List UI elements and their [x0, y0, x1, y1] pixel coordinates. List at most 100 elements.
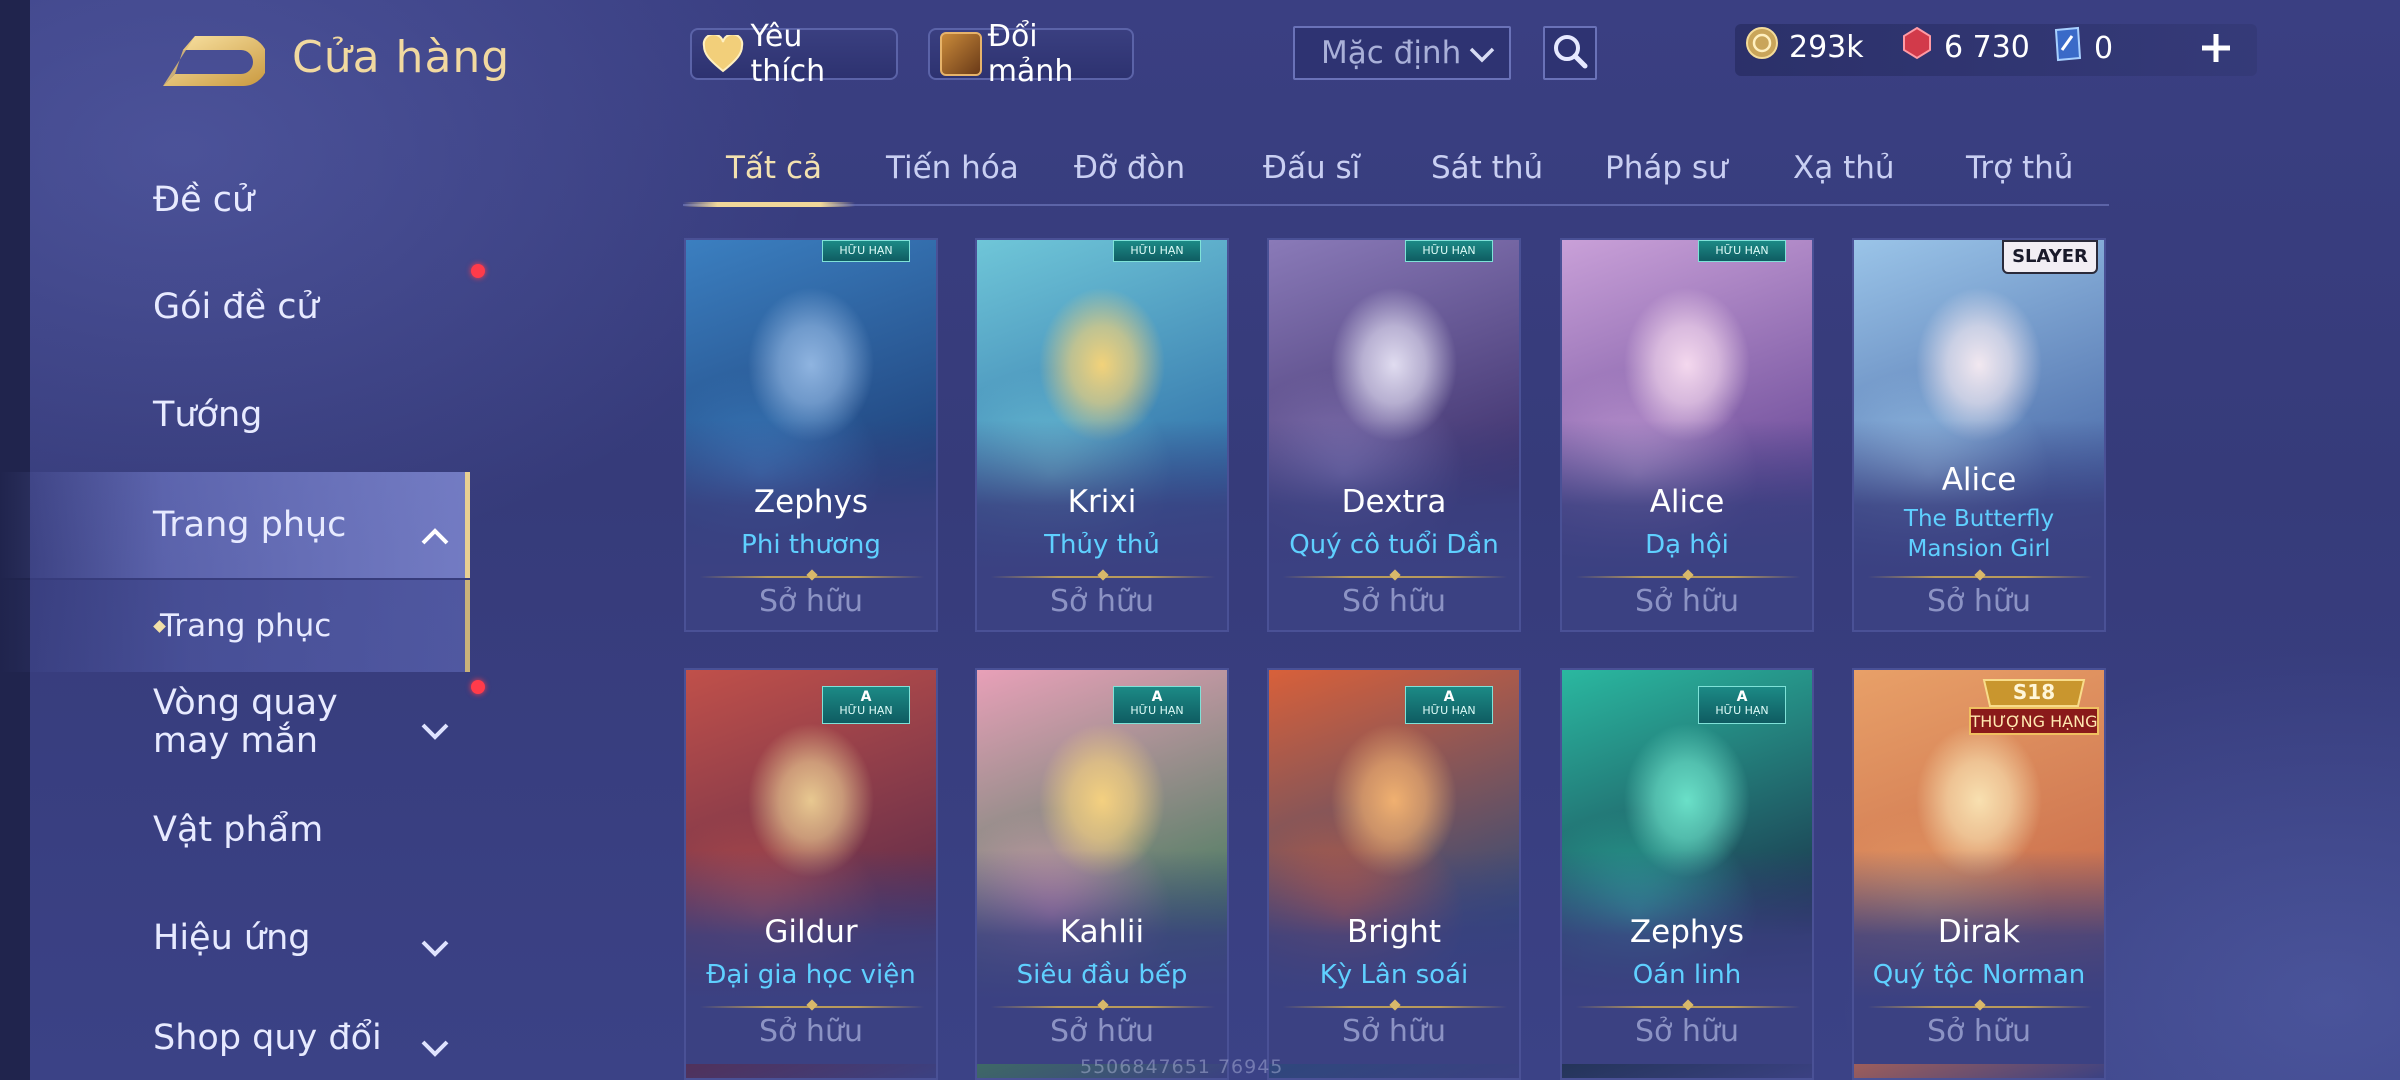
hero-name: Bright — [1346, 914, 1442, 950]
ownership-status: Sở hữu — [1927, 1014, 2031, 1049]
tab-evolution[interactable]: Tiến hóa — [886, 150, 1019, 186]
card-divider — [991, 1006, 1215, 1008]
watermark-id: 5506847651 76945 — [1080, 1056, 1284, 1078]
skin-card[interactable]: A HỮU HẠN Kahlii Siêu đầu bếp Sở hữu — [975, 668, 1229, 1080]
gold-coin-icon — [1745, 26, 1779, 68]
card-divider — [1868, 576, 2092, 578]
gold-amount: 293k — [1789, 29, 1864, 65]
add-currency-button[interactable] — [2190, 24, 2242, 76]
category-tabs: Tất cả Tiến hóa Đỡ đòn Đấu sĩ Sát thủ Ph… — [683, 140, 2109, 207]
badge-grade-letter: A — [860, 689, 872, 705]
skin-card[interactable]: HỮU HẠN Zephys Phi thương Sở hữu — [684, 238, 938, 632]
tab-all[interactable]: Tất cả — [726, 150, 822, 186]
limited-badge: HỮU HẠN — [1113, 240, 1201, 262]
ruby-amount: 6 730 — [1944, 29, 2030, 65]
sidebar-item-lucky-spin[interactable]: Vòng quay may mắn — [0, 672, 485, 772]
favorite-button[interactable]: Yêu thích — [690, 19, 898, 89]
sidebar-item-label: Tướng — [153, 395, 263, 435]
ownership-status: Sở hữu — [1050, 1014, 1154, 1049]
voucher-amount: 0 — [2094, 30, 2114, 66]
sidebar-item-effects[interactable]: Hiệu ứng — [0, 888, 470, 988]
badge-label: HỮU HẠN — [1715, 244, 1769, 257]
card-divider — [700, 576, 924, 578]
card-divider — [1868, 1006, 2092, 1008]
limited-badge: A HỮU HẠN — [822, 686, 910, 724]
skin-card[interactable]: A HỮU HẠN Bright Kỳ Lân soái Sở hữu — [1267, 668, 1521, 1080]
hero-name: Dextra — [1341, 484, 1447, 520]
badge-label: HỮU HẠN — [839, 704, 893, 717]
sidebar-item-label: Vòng quay may mắn — [153, 683, 338, 761]
page-title: Cửa hàng — [292, 32, 511, 83]
sidebar-item-recommended[interactable]: Đề cử — [0, 150, 470, 250]
ownership-status: Sở hữu — [1635, 1014, 1739, 1049]
fragment-box-icon — [940, 32, 982, 76]
skin-card[interactable]: S18 THƯỢNG HẠNG Dirak Quý tộc Norman Sở hữu — [1852, 668, 2106, 1080]
skin-card[interactable]: SLAYER Alice The Butterfly Mansion Girl Sở … — [1852, 238, 2106, 632]
sidebar-item-heroes[interactable]: Tướng — [0, 365, 470, 465]
skin-card[interactable]: HỮU HẠN Krixi Thủy thủ Sở hữu — [975, 238, 1229, 632]
badge-label: HỮU HẠN — [1715, 704, 1769, 717]
ownership-status: Sở hữu — [1050, 584, 1154, 619]
card-divider — [700, 1006, 924, 1008]
badge-label: HỮU HẠN — [1422, 244, 1476, 257]
tab-tank[interactable]: Đỡ đòn — [1074, 150, 1185, 186]
ownership-status: Sở hữu — [1927, 584, 2031, 619]
ownership-status: Sở hữu — [759, 584, 863, 619]
search-icon — [1552, 33, 1588, 73]
chevron-down-icon — [420, 928, 450, 968]
season-rank-code: S18 — [2012, 680, 2056, 704]
notification-dot — [471, 264, 485, 278]
skin-name: Đại gia học viện — [706, 960, 916, 990]
skin-card[interactable]: HỮU HẠN Alice Dạ hội Sở hữu — [1560, 238, 1814, 632]
sidebar-subitem-skins[interactable]: Trang phục — [0, 580, 470, 672]
plus-icon — [2199, 31, 2233, 69]
hero-name: Zephys — [753, 484, 869, 520]
sidebar-item-exchange-shop[interactable]: Shop quy đổi — [0, 996, 470, 1080]
chevron-down-icon — [420, 1028, 450, 1068]
chevron-down-icon — [420, 712, 450, 750]
season-rank-badge: S18 THƯỢNG HẠNG — [1964, 676, 2104, 740]
hero-name: Zephys — [1629, 914, 1745, 950]
skin-name: Oán linh — [1632, 960, 1742, 990]
ruby-icon — [1900, 26, 1934, 68]
sidebar-item-label: Đề cử — [153, 180, 255, 220]
ownership-status: Sở hữu — [1635, 584, 1739, 619]
skin-card[interactable]: A HỮU HẠN Gildur Đại gia học viện Sở hữu — [684, 668, 938, 1080]
sidebar-item-label: Gói đề cử — [153, 287, 319, 327]
tab-mage[interactable]: Pháp sư — [1605, 150, 1728, 186]
skin-card[interactable]: A HỮU HẠN Zephys Oán linh Sở hữu — [1560, 668, 1814, 1080]
limited-badge: HỮU HẠN — [1698, 240, 1786, 262]
sort-dropdown[interactable]: Mặc định — [1293, 26, 1511, 80]
season-rank-label: THƯỢNG HẠNG — [1970, 712, 2098, 731]
search-button[interactable] — [1543, 26, 1597, 80]
tab-fighter[interactable]: Đấu sĩ — [1263, 150, 1360, 186]
sidebar-item-skins[interactable]: Trang phục — [0, 472, 470, 578]
sidebar-item-label: Vật phẩm — [153, 810, 324, 850]
sort-value: Mặc định — [1321, 35, 1462, 71]
tab-marksman[interactable]: Xạ thủ — [1793, 150, 1895, 186]
tab-assassin[interactable]: Sát thủ — [1431, 150, 1543, 186]
skin-name: Quý cô tuổi Dần — [1289, 530, 1499, 560]
card-divider — [1283, 1006, 1507, 1008]
sidebar-item-recommended-packs[interactable]: Gói đề cử — [0, 257, 485, 357]
skin-name: Dạ hội — [1645, 530, 1729, 560]
voucher-icon — [2052, 26, 2084, 70]
sidebar-item-label: Shop quy đổi — [153, 1018, 382, 1058]
skin-card[interactable]: HỮU HẠN Dextra Quý cô tuổi Dần Sở hữu — [1267, 238, 1521, 632]
hero-name: Gildur — [764, 914, 858, 950]
ownership-status: Sở hữu — [1342, 1014, 1446, 1049]
skin-name: Quý tộc Norman — [1872, 960, 2086, 990]
exchange-fragment-button[interactable]: Đổi mảnh — [928, 19, 1134, 89]
card-divider — [991, 576, 1215, 578]
chevron-down-icon — [1469, 35, 1495, 71]
sidebar-item-label: Trang phục — [153, 505, 347, 545]
ownership-status: Sở hữu — [1342, 584, 1446, 619]
sidebar-item-items[interactable]: Vật phẩm — [0, 780, 470, 880]
gold-currency: 293k — [1745, 26, 1864, 68]
card-divider — [1576, 1006, 1800, 1008]
badge-grade-letter: A — [1151, 689, 1163, 705]
back-icon[interactable] — [155, 30, 268, 92]
collab-logo-badge: SLAYER — [2002, 240, 2098, 274]
badge-grade-letter: A — [1443, 689, 1455, 705]
tab-support[interactable]: Trợ thủ — [1966, 150, 2073, 186]
